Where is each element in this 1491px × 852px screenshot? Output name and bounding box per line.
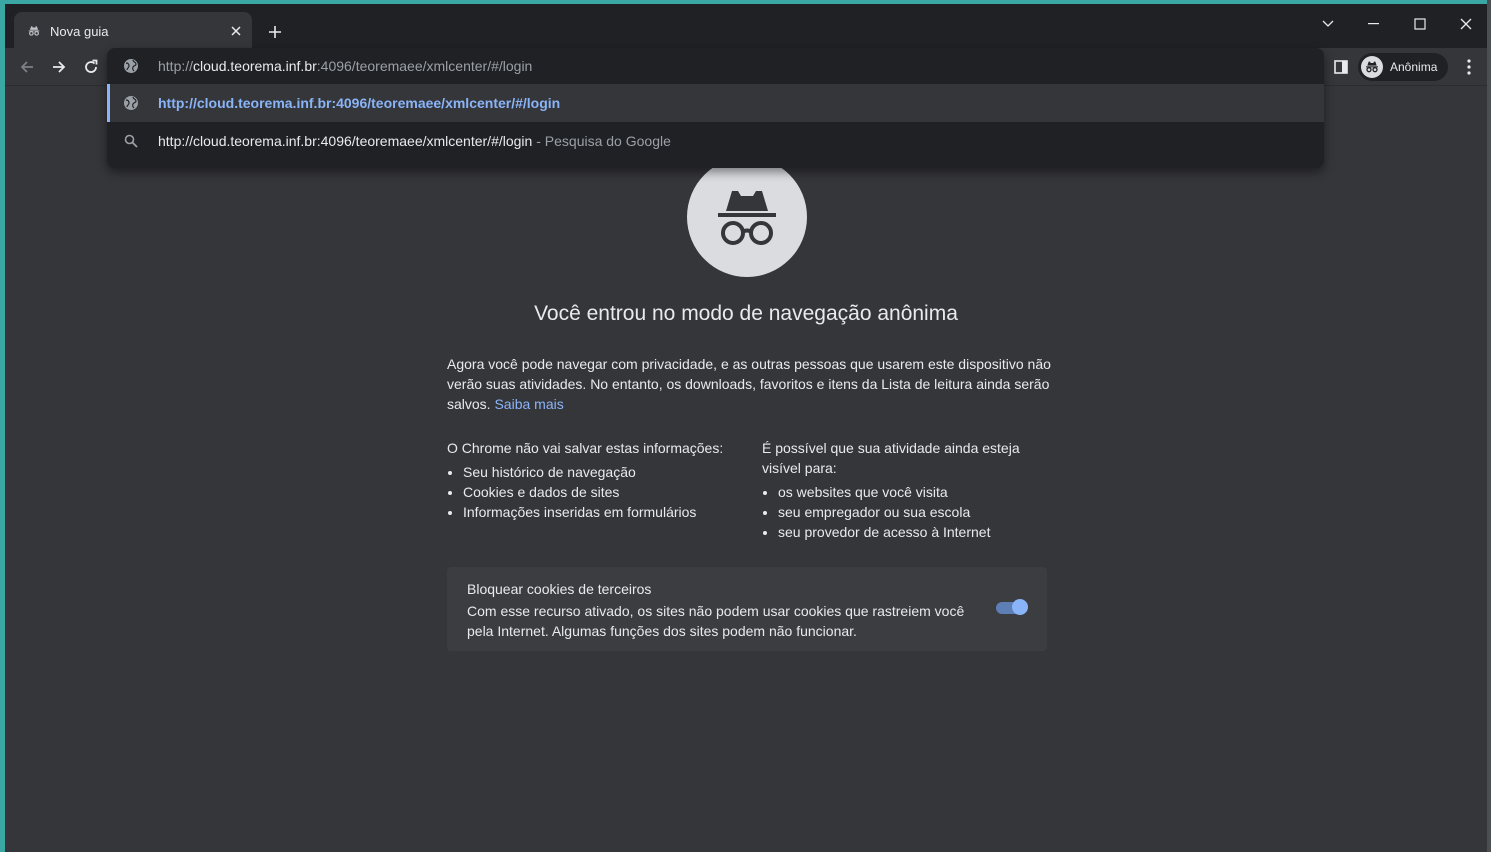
arrow-right-icon (53, 61, 66, 73)
address-input[interactable]: http://cloud.teorema.inf.br:4096/teorema… (158, 58, 532, 74)
list-item: seu empregador ou sua escola (778, 502, 1052, 522)
incognito-avatar-icon (1361, 56, 1383, 78)
minimize-icon (1368, 23, 1379, 25)
tab-close-icon[interactable] (226, 21, 246, 41)
close-icon (1460, 18, 1472, 30)
reload-button[interactable] (77, 53, 105, 81)
maximize-button[interactable] (1405, 10, 1435, 38)
learn-more-link[interactable]: Saiba mais (494, 396, 563, 412)
list-item: Seu histórico de navegação (463, 462, 747, 482)
suggestion-text: http://cloud.teorema.inf.br:4096/teorema… (158, 133, 671, 149)
globe-icon (123, 95, 139, 111)
globe-icon (124, 59, 138, 73)
plus-icon (269, 26, 281, 38)
block-cookies-toggle[interactable] (996, 599, 1028, 616)
page-title: Você entrou no modo de navegação anônima (534, 302, 958, 325)
list-item: Cookies e dados de sites (463, 482, 747, 502)
tab-strip: Nova guia (5, 4, 1487, 50)
list-item: Informações inseridas em formulários (463, 502, 747, 522)
cookie-card-description: Com esse recurso ativado, os sites não p… (467, 603, 965, 639)
list-item: os websites que você visita (778, 482, 1052, 502)
omnibox-suggestion-search[interactable]: http://cloud.teorema.inf.br:4096/teorema… (107, 122, 1324, 160)
tab-nova-guia[interactable]: Nova guia (14, 12, 252, 50)
still-visible-title: É possível que sua atividade ainda estej… (762, 440, 1020, 476)
desktop-edge-right (1487, 0, 1491, 852)
minimize-button[interactable] (1359, 10, 1389, 38)
not-saved-column: O Chrome não vai salvar estas informaçõe… (447, 438, 747, 522)
maximize-icon (1414, 18, 1426, 30)
side-panel-icon (1334, 60, 1348, 74)
omnibox-input-row[interactable]: http://cloud.teorema.inf.br:4096/teorema… (107, 48, 1324, 84)
tab-search-button[interactable] (1313, 10, 1343, 38)
chevron-down-icon (1322, 20, 1334, 27)
search-icon (123, 133, 139, 149)
tab-title: Nova guia (50, 23, 109, 39)
kebab-menu-icon (1467, 59, 1471, 75)
cookie-card-title: Bloquear cookies de terceiros (467, 581, 652, 597)
omnibox: http://cloud.teorema.inf.br:4096/teorema… (107, 48, 1324, 168)
close-window-button[interactable] (1451, 10, 1481, 38)
incognito-page: Você entrou no modo de navegação anônima… (5, 86, 1487, 852)
chrome-menu-button[interactable] (1455, 53, 1483, 81)
profile-label: Anônima (1390, 60, 1438, 74)
arrow-left-icon (20, 61, 33, 73)
side-panel-button[interactable] (1327, 53, 1355, 81)
back-button[interactable] (13, 53, 41, 81)
incognito-hero-icon (687, 157, 807, 277)
incognito-icon (26, 23, 42, 39)
incognito-profile-button[interactable]: Anônima (1358, 53, 1448, 81)
still-visible-column: É possível que sua atividade ainda estej… (762, 438, 1052, 542)
toggle-knob (1012, 599, 1028, 615)
third-party-cookie-card: Bloquear cookies de terceiros Com esse r… (447, 567, 1047, 651)
omnibox-suggestion-url[interactable]: http://cloud.teorema.inf.br:4096/teorema… (107, 84, 1324, 122)
forward-button[interactable] (45, 53, 73, 81)
reload-icon (85, 59, 98, 73)
not-saved-title: O Chrome não vai salvar estas informaçõe… (447, 440, 724, 456)
intro-text: Agora você pode navegar com privacidade,… (447, 356, 1051, 412)
new-tab-button[interactable] (263, 20, 287, 44)
suggestion-text: http://cloud.teorema.inf.br:4096/teorema… (158, 95, 561, 111)
list-item: seu provedor de acesso à Internet (778, 522, 1052, 542)
